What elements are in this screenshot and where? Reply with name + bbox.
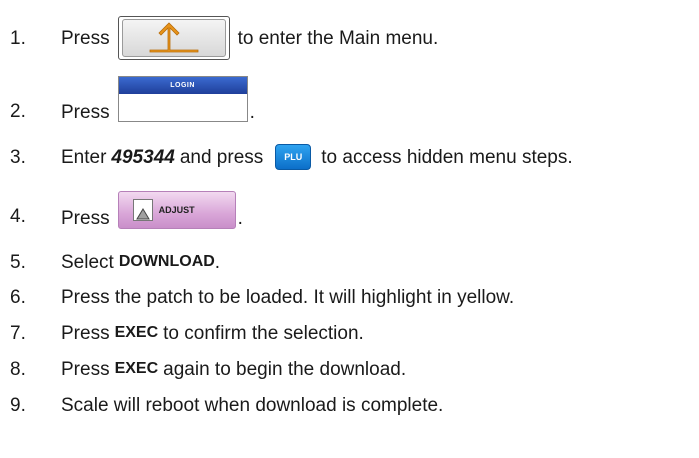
step-text: Press xyxy=(61,207,110,229)
step-text: to access hidden menu steps. xyxy=(321,146,573,168)
step-1: 1. Press to enter the Main menu. xyxy=(0,14,699,62)
adjust-button[interactable]: ADJUST xyxy=(117,191,236,229)
step-text: Enter xyxy=(61,146,107,168)
step-text: Press xyxy=(61,322,110,344)
step-text: again to begin the download. xyxy=(163,358,407,380)
step-number: 4. xyxy=(10,206,26,227)
login-label: LOGIN xyxy=(118,77,247,94)
step-number: 9. xyxy=(10,394,26,416)
step-number: 1. xyxy=(10,27,26,49)
step-number: 2. xyxy=(10,101,26,122)
step-number: 5. xyxy=(10,251,26,273)
step-6: 6. Press the patch to be loaded. It will… xyxy=(0,285,699,309)
step-8: 8. Press EXEC again to begin the downloa… xyxy=(0,357,699,381)
step-text: Scale will reboot when download is compl… xyxy=(61,394,444,416)
step-number: 7. xyxy=(10,322,26,344)
step-text: Press the patch to be loaded. It will hi… xyxy=(61,286,515,308)
step-9: 9. Scale will reboot when download is co… xyxy=(0,393,699,417)
step-number: 6. xyxy=(10,286,26,308)
login-button[interactable]: LOGIN xyxy=(117,76,248,122)
step-3: 3. Enter 495344 and press PLU to access … xyxy=(0,143,699,171)
step-5: 5. Select DOWNLOAD . xyxy=(0,250,699,274)
back-button[interactable] xyxy=(117,16,230,60)
adjust-label: ADJUST xyxy=(158,204,195,215)
back-arrow-icon xyxy=(149,22,198,53)
step-number: 3. xyxy=(10,146,26,168)
step-text: to confirm the selection. xyxy=(163,322,364,344)
step-text: Press xyxy=(61,101,110,123)
step-2: 2. Press LOGIN . xyxy=(0,76,699,126)
step-text: Select xyxy=(61,251,114,273)
access-code: 495344 xyxy=(111,146,175,168)
step-text: . xyxy=(249,101,255,123)
exec-key-label: EXEC xyxy=(114,360,159,377)
step-number: 8. xyxy=(10,358,26,380)
step-text: to enter the Main menu. xyxy=(237,27,439,49)
step-text: Press xyxy=(61,358,110,380)
exec-key-label: EXEC xyxy=(114,324,159,341)
plu-key-button[interactable]: PLU xyxy=(275,144,312,170)
step-text: . xyxy=(214,251,221,273)
step-7: 7. Press EXEC to confirm the selection. xyxy=(0,321,699,345)
step-text: . xyxy=(237,207,243,229)
scale-icon xyxy=(132,199,153,221)
step-4: 4. Press ADJUST . xyxy=(0,191,699,233)
step-text: and press xyxy=(179,146,264,168)
menu-option-download: DOWNLOAD xyxy=(118,253,215,270)
step-text: Press xyxy=(61,27,110,49)
